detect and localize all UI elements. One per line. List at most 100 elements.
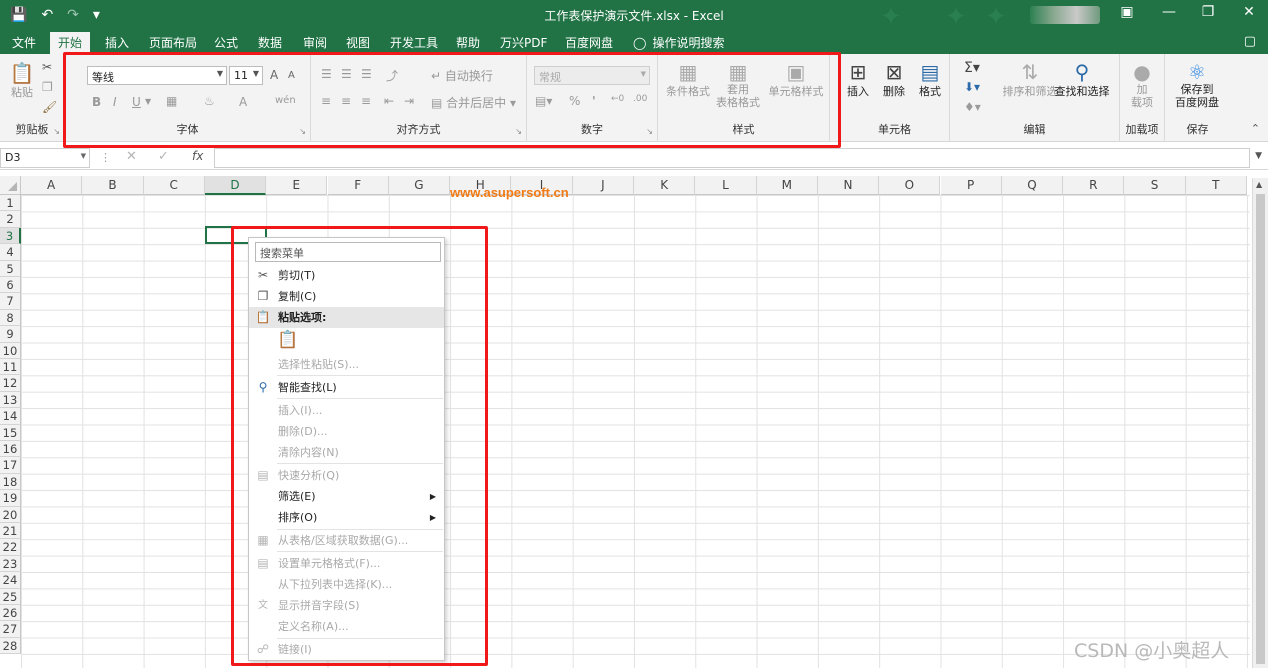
insert-cells-button[interactable]: ⊞ 插入 xyxy=(842,61,874,99)
column-header-B[interactable]: B xyxy=(82,176,144,195)
collapse-ribbon-icon[interactable]: ⌃ xyxy=(1251,122,1260,135)
name-box[interactable]: D3 ▼ xyxy=(0,148,90,168)
row-header-18[interactable]: 18 xyxy=(0,473,21,491)
row-header-16[interactable]: 16 xyxy=(0,441,21,458)
vertical-scrollbar[interactable]: ▲ xyxy=(1252,178,1268,668)
column-header-M[interactable]: M xyxy=(756,176,818,195)
row-header-14[interactable]: 14 xyxy=(0,408,21,425)
row-header-1[interactable]: 1 xyxy=(0,195,21,212)
column-header-N[interactable]: N xyxy=(817,176,880,195)
expand-formula-bar-icon[interactable]: ▼ xyxy=(1255,151,1262,161)
sort-filter-button[interactable]: ⇅ 排序和筛选 xyxy=(1002,61,1058,99)
ribbon-display-icon[interactable]: ▣ xyxy=(1112,4,1142,20)
tab-formulas[interactable]: 公式 xyxy=(214,34,238,51)
tell-me-search[interactable]: ◯ 操作说明搜索 xyxy=(633,34,724,51)
restore-icon[interactable]: ❐ xyxy=(1193,4,1223,20)
worksheet-grid[interactable]: ABCDEFGHIJKLMNOPQRST 1 2 3 4 5 6 7 8 9 10 11 12 13 14… xyxy=(0,176,1250,668)
row-header-4[interactable]: 4 xyxy=(0,244,21,261)
minimize-icon[interactable]: — xyxy=(1154,4,1184,20)
row-header-12[interactable]: 12 xyxy=(0,375,21,392)
clipboard-launcher-icon[interactable]: ↘ xyxy=(53,127,60,136)
paste-button[interactable]: 📋 粘贴 xyxy=(6,62,38,100)
row-header-3[interactable]: 3 xyxy=(0,227,21,245)
row-header-10[interactable]: 10 xyxy=(0,342,21,359)
addins-button[interactable]: ● 加 载项 xyxy=(1124,61,1160,109)
row-header-23[interactable]: 23 xyxy=(0,555,21,573)
row-header-13[interactable]: 13 xyxy=(0,391,21,409)
column-header-R[interactable]: R xyxy=(1063,176,1125,195)
tab-wondershare-pdf[interactable]: 万兴PDF xyxy=(500,34,547,51)
copy-icon[interactable]: ❐ xyxy=(42,80,53,94)
tab-view[interactable]: 视图 xyxy=(346,34,370,51)
format-cells-button[interactable]: ▤ 格式 xyxy=(914,61,946,99)
row-header-26[interactable]: 26 xyxy=(0,605,21,622)
tab-file[interactable]: 文件 xyxy=(12,34,36,51)
column-header-K[interactable]: K xyxy=(634,176,696,195)
tab-page-layout[interactable]: 页面布局 xyxy=(149,34,197,51)
row-header-20[interactable]: 20 xyxy=(0,506,21,523)
cells-group-label: 单元格 xyxy=(878,123,911,136)
scroll-up-icon[interactable]: ▲ xyxy=(1256,180,1262,189)
column-header-G[interactable]: G xyxy=(388,176,451,195)
row-header-22[interactable]: 22 xyxy=(0,539,21,556)
column-header-O[interactable]: O xyxy=(879,176,941,195)
clear-icon[interactable]: ♦▾ xyxy=(964,100,981,114)
row-header-11[interactable]: 11 xyxy=(0,359,21,376)
sort-filter-icon: ⇅ xyxy=(1021,60,1039,84)
column-header-C[interactable]: C xyxy=(143,176,205,195)
column-header-T[interactable]: T xyxy=(1185,176,1247,195)
cut-icon[interactable]: ✂ xyxy=(42,60,52,74)
decorative-star-icon: ✦ xyxy=(880,2,902,32)
column-header-Q[interactable]: Q xyxy=(1001,176,1064,195)
column-header-P[interactable]: P xyxy=(940,176,1002,195)
row-header-19[interactable]: 19 xyxy=(0,490,21,507)
row-header-6[interactable]: 6 xyxy=(0,277,21,294)
select-all-button[interactable] xyxy=(0,176,21,195)
row-header-8[interactable]: 8 xyxy=(0,309,21,327)
formula-input[interactable] xyxy=(214,148,1250,168)
cancel-icon[interactable]: ✕ xyxy=(126,149,137,164)
ribbon-highlight-frame xyxy=(63,52,841,148)
row-header-21[interactable]: 21 xyxy=(0,523,21,540)
insert-function-button[interactable]: fx xyxy=(192,149,203,163)
tab-review[interactable]: 审阅 xyxy=(303,34,327,51)
column-header-D[interactable]: D xyxy=(204,176,267,195)
find-select-button[interactable]: ⚲ 查找和选择 xyxy=(1054,61,1110,99)
row-header-17[interactable]: 17 xyxy=(0,457,21,474)
tab-developer[interactable]: 开发工具 xyxy=(390,34,438,51)
tab-home[interactable]: 开始 xyxy=(50,32,91,54)
delete-cells-button[interactable]: ⊠ 删除 xyxy=(878,61,910,99)
row-header-7[interactable]: 7 xyxy=(0,293,21,310)
autosum-icon[interactable]: Σ▾ xyxy=(964,60,980,76)
row-header-25[interactable]: 25 xyxy=(0,588,21,605)
formula-bar-grip-icon[interactable]: ⋮ xyxy=(100,151,111,164)
column-header-F[interactable]: F xyxy=(327,176,389,195)
account-avatar[interactable] xyxy=(1030,6,1100,24)
row-header-15[interactable]: 15 xyxy=(0,424,21,441)
comments-icon[interactable]: ▢ xyxy=(1244,34,1256,49)
column-header-A[interactable]: A xyxy=(21,176,83,195)
tab-insert[interactable]: 插入 xyxy=(105,34,129,51)
close-icon[interactable]: ✕ xyxy=(1234,4,1264,20)
row-header-27[interactable]: 27 xyxy=(0,621,21,638)
cell-area[interactable] xyxy=(21,195,1250,668)
enter-icon[interactable]: ✓ xyxy=(158,149,169,164)
column-header-J[interactable]: J xyxy=(572,176,634,195)
row-header-2[interactable]: 2 xyxy=(0,211,21,228)
tab-help[interactable]: 帮助 xyxy=(456,34,480,51)
column-header-E[interactable]: E xyxy=(266,176,328,195)
watermark-text: www.asupersoft.cn xyxy=(450,185,569,200)
tab-data[interactable]: 数据 xyxy=(258,34,282,51)
row-header-9[interactable]: 9 xyxy=(0,326,21,343)
format-painter-icon[interactable]: 🖌 xyxy=(42,100,57,114)
scroll-thumb[interactable] xyxy=(1256,194,1265,664)
row-header-5[interactable]: 5 xyxy=(0,260,21,277)
row-header-28[interactable]: 28 xyxy=(0,637,21,655)
fill-icon[interactable]: ⬇▾ xyxy=(964,80,980,94)
column-header-S[interactable]: S xyxy=(1124,176,1186,195)
row-header-24[interactable]: 24 xyxy=(0,572,21,589)
save-to-baidu-button[interactable]: ⚛ 保存到 百度网盘 xyxy=(1169,61,1225,109)
tab-baidu-netdisk[interactable]: 百度网盘 xyxy=(565,34,613,51)
column-header-L[interactable]: L xyxy=(695,176,757,195)
decorative-star-icon: ✦ xyxy=(985,2,1007,32)
